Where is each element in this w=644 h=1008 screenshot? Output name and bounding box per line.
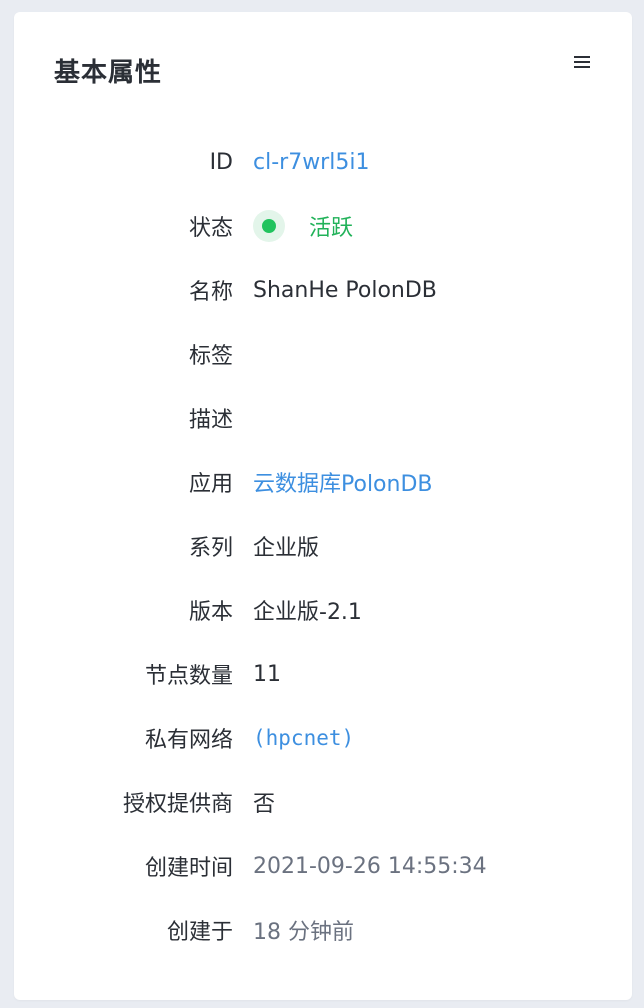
create-time-value: 2021-09-26 14:55:34 xyxy=(253,853,487,879)
property-list: ID cl-r7wrl5i1 状态 活跃 名称 ShanHe PolonDB 标… xyxy=(14,130,632,962)
property-label: 创建时间 xyxy=(144,856,233,881)
property-row-description: 描述 xyxy=(14,386,632,450)
property-row-status: 状态 活跃 xyxy=(14,194,632,258)
property-label: 系列 xyxy=(188,536,233,561)
property-label: 状态 xyxy=(188,216,233,241)
version-value: 企业版-2.1 xyxy=(253,600,362,625)
property-row-node-count: 节点数量 11 xyxy=(14,642,632,706)
property-label: 节点数量 xyxy=(144,664,233,689)
property-row-app: 应用 云数据库PolonDB xyxy=(14,450,632,514)
property-label: 描述 xyxy=(188,408,233,433)
status-dot-icon xyxy=(253,210,285,242)
property-row-version: 版本 企业版-2.1 xyxy=(14,578,632,642)
cluster-id-link[interactable]: cl-r7wrl5i1 xyxy=(253,150,369,175)
property-row-created-ago: 创建于 18 分钟前 xyxy=(14,898,632,962)
property-row-id: ID cl-r7wrl5i1 xyxy=(14,130,632,194)
card-title: 基本属性 xyxy=(54,58,163,88)
property-label: 私有网络 xyxy=(144,728,233,753)
status-value: 活跃 xyxy=(309,216,354,241)
app-link[interactable]: 云数据库PolonDB xyxy=(253,466,433,498)
property-label: 创建于 xyxy=(166,920,233,945)
hamburger-menu-icon[interactable] xyxy=(574,56,592,72)
property-label: ID xyxy=(209,149,233,175)
property-label: 应用 xyxy=(188,472,233,497)
property-label: 名称 xyxy=(188,280,233,305)
created-ago-value: 18 分钟前 xyxy=(253,920,354,945)
basic-properties-card: 基本属性 ID cl-r7wrl5i1 状态 活跃 名称 ShanHe Polo… xyxy=(14,12,632,1000)
property-row-create-time: 创建时间 2021-09-26 14:55:34 xyxy=(14,834,632,898)
vpc-link[interactable]: (hpcnet) xyxy=(253,726,354,750)
node-count-value: 11 xyxy=(253,661,281,687)
series-value: 企业版 xyxy=(253,536,320,561)
auth-provider-value: 否 xyxy=(253,792,276,817)
property-label: 授权提供商 xyxy=(122,792,233,817)
property-row-auth-provider: 授权提供商 否 xyxy=(14,770,632,834)
property-row-vpc: 私有网络 (hpcnet) xyxy=(14,706,632,770)
name-value: ShanHe PolonDB xyxy=(253,277,437,303)
property-row-series: 系列 企业版 xyxy=(14,514,632,578)
property-row-tags: 标签 xyxy=(14,322,632,386)
property-label: 标签 xyxy=(188,344,233,369)
property-label: 版本 xyxy=(188,600,233,625)
property-row-name: 名称 ShanHe PolonDB xyxy=(14,258,632,322)
